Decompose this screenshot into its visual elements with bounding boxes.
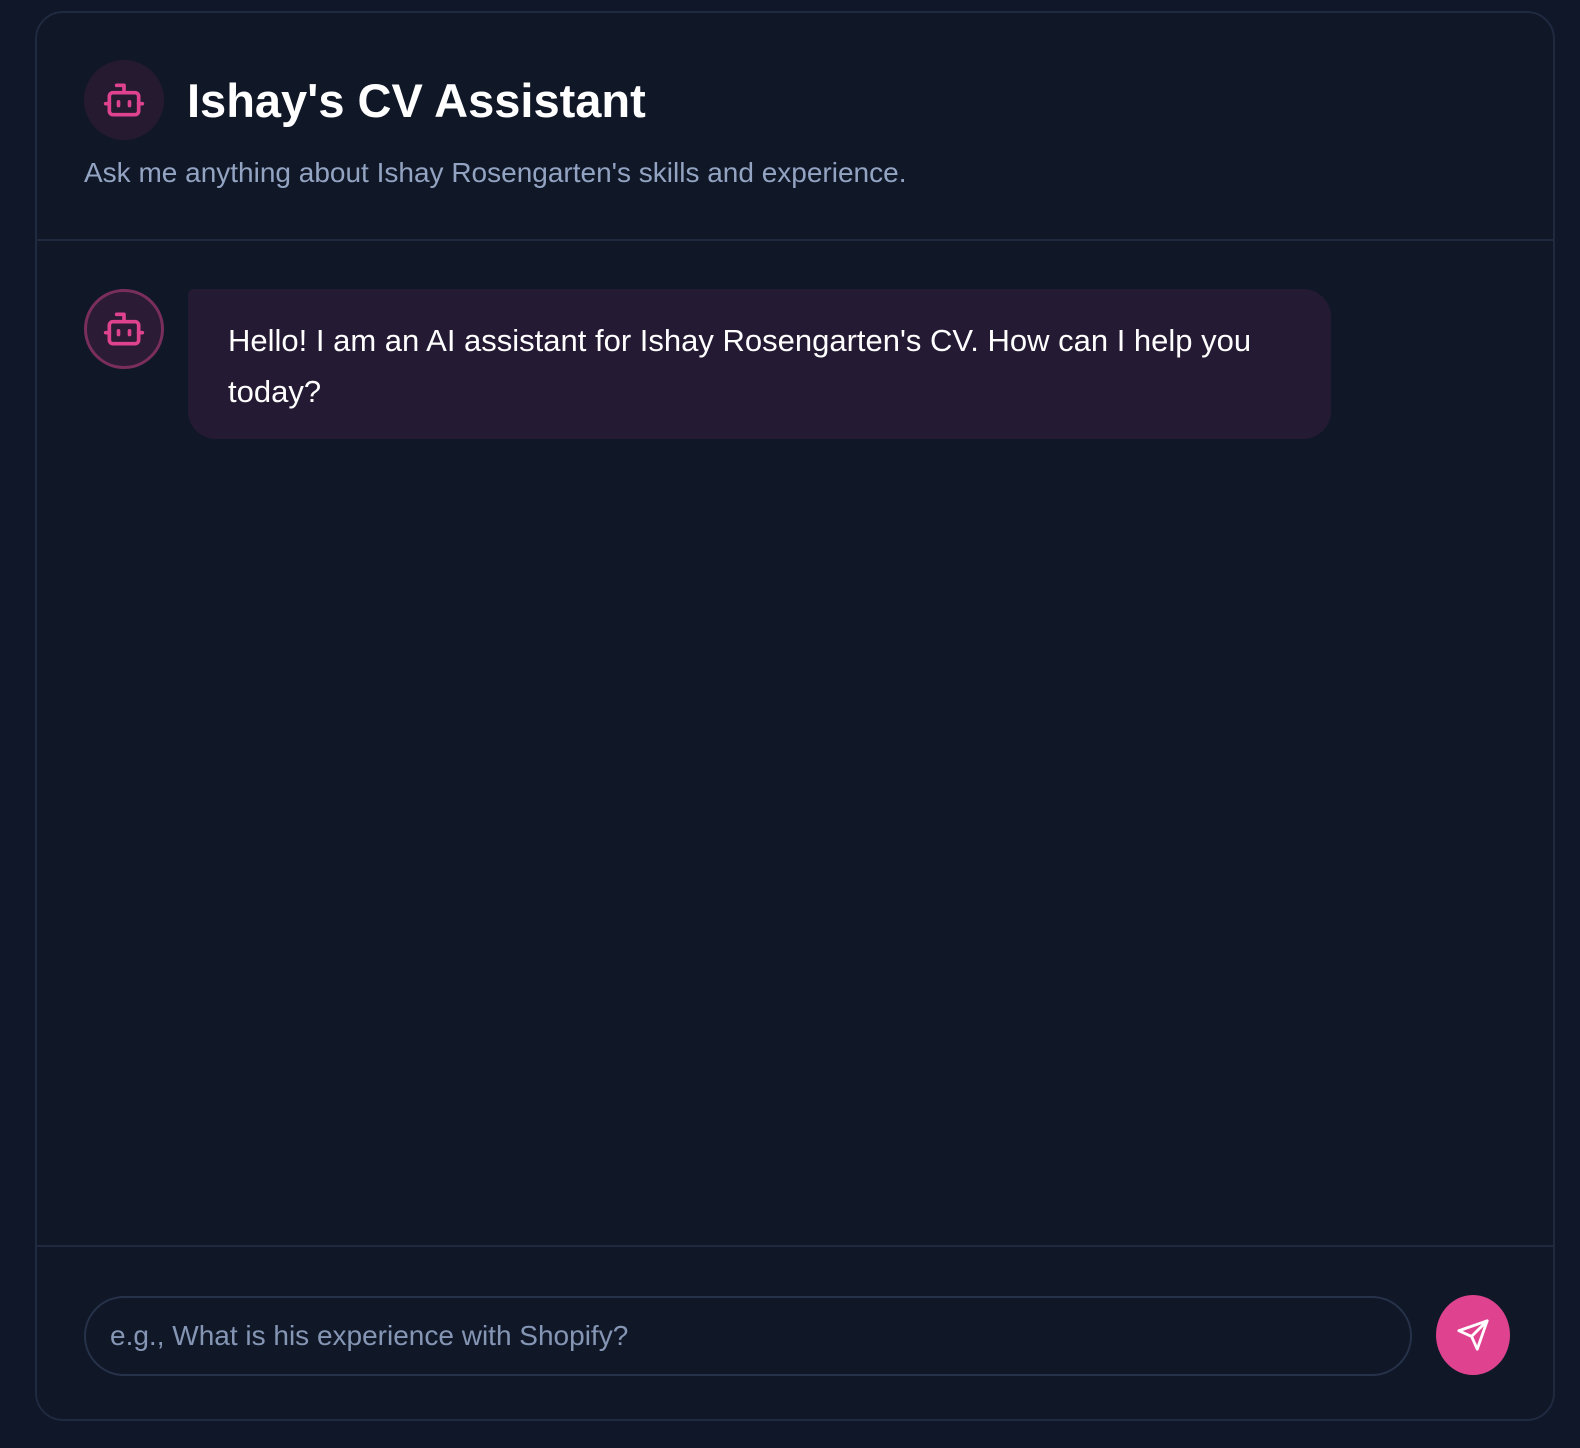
composer [37,1247,1553,1419]
assistant-avatar [84,289,164,369]
bot-icon [103,312,145,346]
message-list: Hello! I am an AI assistant for Ishay Ro… [37,241,1553,1247]
chat-card: Ishay's CV Assistant Ask me anything abo… [35,11,1555,1421]
page-title: Ishay's CV Assistant [187,74,646,127]
chat-header: Ishay's CV Assistant Ask me anything abo… [37,13,1553,241]
message-bubble: Hello! I am an AI assistant for Ishay Ro… [188,289,1331,439]
chat-input[interactable] [84,1296,1412,1376]
bot-icon [103,83,145,117]
page-subtitle: Ask me anything about Ishay Rosengarten'… [84,157,907,188]
send-icon [1457,1319,1489,1351]
header-avatar [84,60,164,140]
send-button[interactable] [1436,1295,1510,1375]
